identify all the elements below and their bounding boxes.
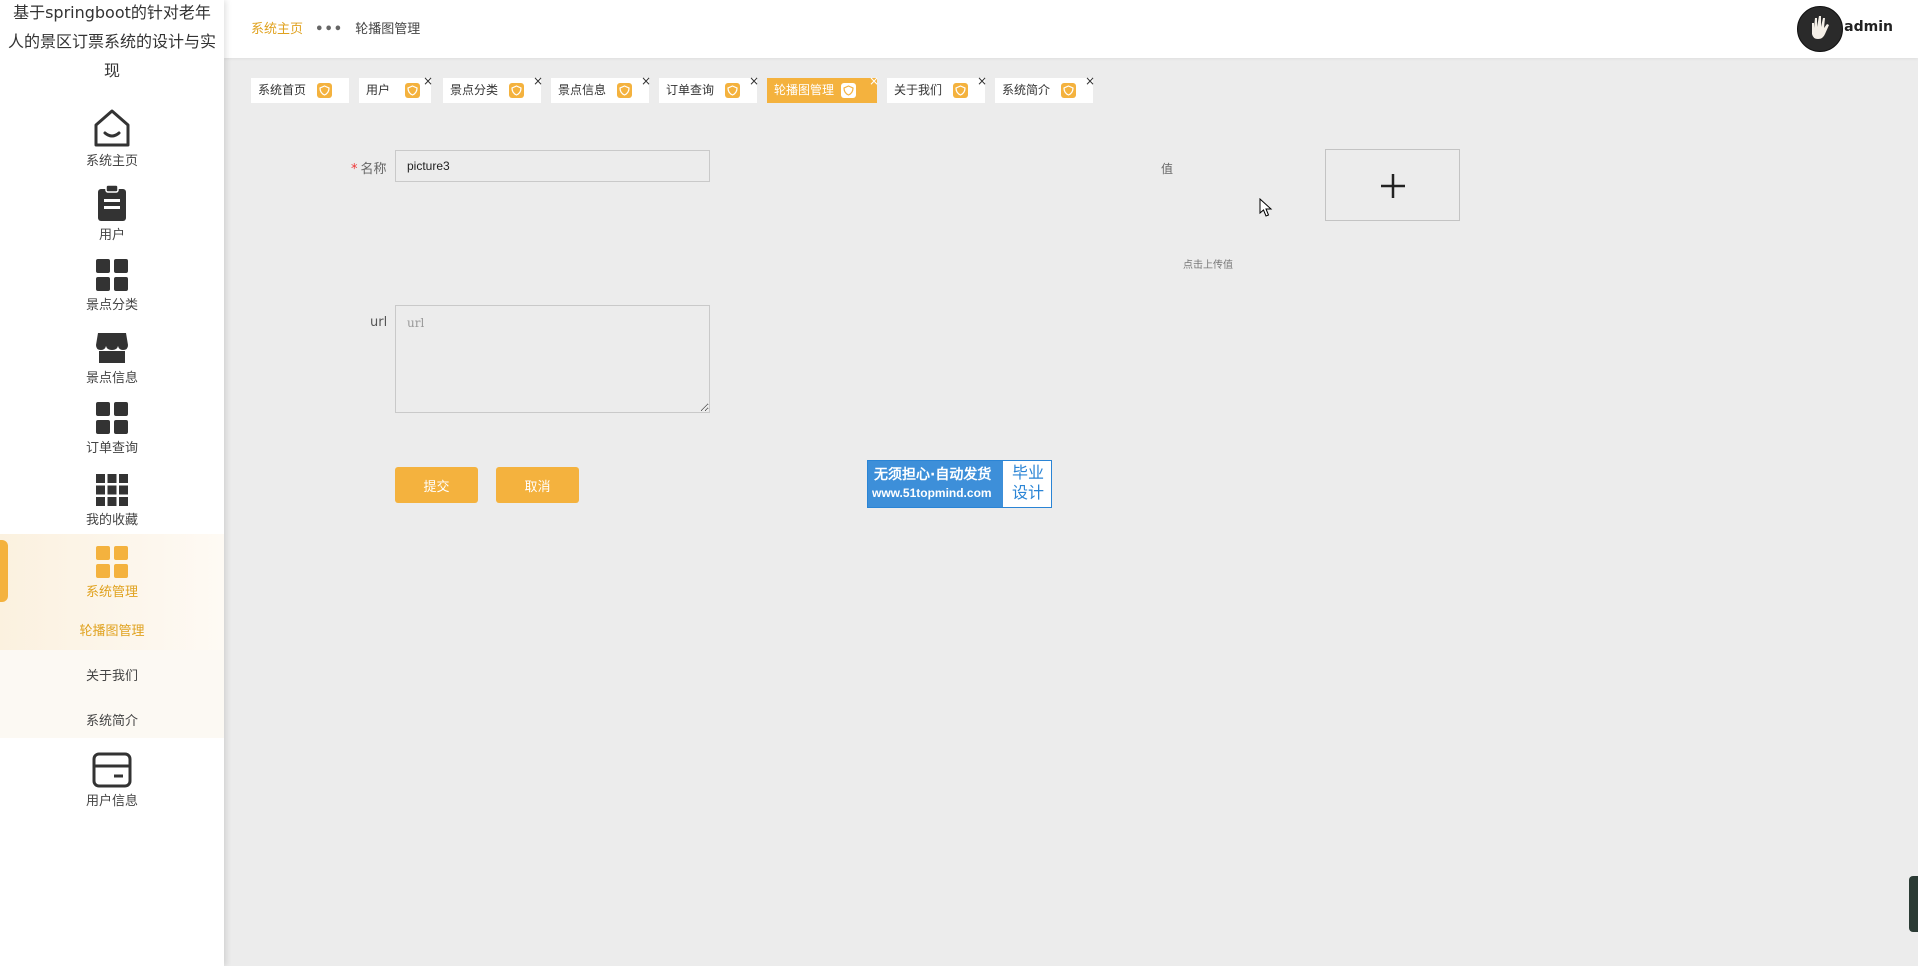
close-icon[interactable]: × — [1085, 69, 1095, 94]
watermark-line1: 无须担心·自动发货 — [874, 467, 992, 483]
shield-icon — [617, 83, 632, 98]
close-icon[interactable]: × — [749, 69, 759, 94]
nav-label-users: 用户 — [98, 228, 125, 243]
tab-label: 订单查询 — [666, 83, 715, 97]
breadcrumb-current: 轮播图管理 — [355, 22, 421, 37]
nav-item-scenic-category[interactable]: 景点分类 — [0, 258, 224, 313]
watermark-line2: www.51topmind.com — [872, 486, 992, 500]
breadcrumb-home[interactable]: 系统主页 — [251, 22, 303, 37]
name-input[interactable]: picture3 — [395, 150, 710, 182]
submit-button[interactable]: 提交 — [395, 467, 478, 503]
tab-label: 关于我们 — [894, 83, 943, 97]
tab-label: 系统简介 — [1002, 83, 1051, 97]
tab-home[interactable]: 系统首页 — [251, 78, 349, 103]
hand-icon — [1812, 16, 1829, 39]
close-icon[interactable]: × — [977, 69, 987, 94]
tab-order-query[interactable]: 订单查询 × — [659, 74, 759, 103]
shield-icon — [1061, 83, 1076, 98]
home-icon — [94, 109, 130, 147]
system-title: 基于springboot的针对老年人的景区订票系统的设计与实现 — [8, 3, 217, 80]
tab-system-intro[interactable]: 系统简介 × — [995, 74, 1095, 103]
username[interactable]: admin — [1844, 19, 1893, 35]
avatar[interactable] — [1797, 6, 1843, 52]
url-label: url — [370, 315, 388, 330]
cancel-button[interactable]: 取消 — [496, 467, 579, 503]
submenu-system-intro[interactable]: 系统简介 — [0, 710, 224, 729]
breadcrumb: 系统主页 ••• 轮播图管理 — [251, 18, 420, 37]
side-panel-handle[interactable] — [1909, 876, 1918, 932]
shield-icon — [953, 83, 968, 98]
watermark-right-line1: 毕业 — [1011, 463, 1044, 482]
tab-users[interactable]: 用户 × — [359, 74, 433, 103]
nav-label-home: 系统主页 — [85, 154, 138, 169]
submenu-about-us[interactable]: 关于我们 — [0, 665, 224, 684]
nav-label-scenic-category: 景点分类 — [85, 298, 138, 313]
url-textarea[interactable] — [395, 305, 710, 413]
sidebar: 基于springboot的针对老年人的景区订票系统的设计与实现 系统主页 用户 … — [0, 0, 224, 966]
watermark-left: 无须担心·自动发货 www.51topmind.com — [868, 461, 1003, 507]
name-label: * 名称 — [351, 162, 387, 177]
nav-item-system-management[interactable]: 系统管理 — [0, 545, 224, 600]
grid9-icon — [96, 474, 128, 506]
close-icon[interactable]: × — [423, 69, 433, 94]
nav-item-users[interactable]: 用户 — [0, 184, 224, 243]
top-header: 系统主页 ••• 轮播图管理 admin — [224, 0, 1918, 58]
nav-label-order-query: 订单查询 — [85, 441, 138, 456]
nav-label-scenic-info: 景点信息 — [85, 371, 138, 386]
watermark-badge: 无须担心·自动发货 www.51topmind.com 毕业 设计 — [867, 460, 1052, 508]
tab-carousel-management[interactable]: 轮播图管理 × — [767, 74, 879, 103]
shield-icon — [405, 83, 420, 98]
tab-scenic-category[interactable]: 景点分类 × — [443, 74, 543, 103]
plus-icon — [1381, 174, 1405, 198]
watermark-right-line2: 设计 — [1011, 483, 1044, 502]
tab-label: 轮播图管理 — [774, 83, 835, 97]
nav-item-favorites[interactable]: 我的收藏 — [0, 473, 224, 528]
submenu-carousel-management[interactable]: 轮播图管理 — [0, 620, 224, 639]
shield-icon — [725, 83, 740, 98]
shield-icon — [509, 83, 524, 98]
nav-item-user-info[interactable]: 用户信息 — [0, 752, 224, 809]
close-icon[interactable]: × — [533, 69, 543, 94]
nav-label-favorites: 我的收藏 — [85, 513, 138, 528]
close-icon[interactable]: × — [869, 69, 879, 94]
nav-item-scenic-info[interactable]: 景点信息 — [0, 329, 224, 386]
grid-icon — [96, 402, 128, 434]
tab-label: 景点信息 — [558, 83, 607, 97]
value-label: 值 — [1161, 162, 1174, 176]
nav-item-home[interactable]: 系统主页 — [0, 108, 224, 169]
grid-icon — [96, 259, 128, 291]
nav-label-user-info: 用户信息 — [85, 794, 138, 809]
grid-icon — [96, 546, 128, 578]
clipboard-icon — [98, 184, 126, 221]
watermark-right: 毕业 设计 — [1008, 463, 1048, 503]
close-icon[interactable]: × — [641, 69, 651, 94]
shop-icon — [96, 333, 128, 363]
tab-label: 景点分类 — [450, 83, 499, 97]
card-icon — [92, 752, 132, 788]
upload-hint: 点击上传值 — [1183, 260, 1233, 271]
image-upload-box[interactable] — [1325, 149, 1460, 221]
tab-label: 用户 — [366, 83, 391, 97]
tab-scenic-info[interactable]: 景点信息 × — [551, 74, 651, 103]
shield-icon — [317, 83, 332, 98]
mouse-cursor-icon — [1259, 198, 1273, 217]
nav-item-order-query[interactable]: 订单查询 — [0, 401, 224, 456]
tab-about-us[interactable]: 关于我们 × — [887, 74, 987, 103]
breadcrumb-separator: ••• — [315, 22, 344, 37]
tab-label: 系统首页 — [258, 83, 307, 97]
shield-icon — [841, 83, 856, 98]
nav-label-system-management: 系统管理 — [85, 585, 138, 600]
